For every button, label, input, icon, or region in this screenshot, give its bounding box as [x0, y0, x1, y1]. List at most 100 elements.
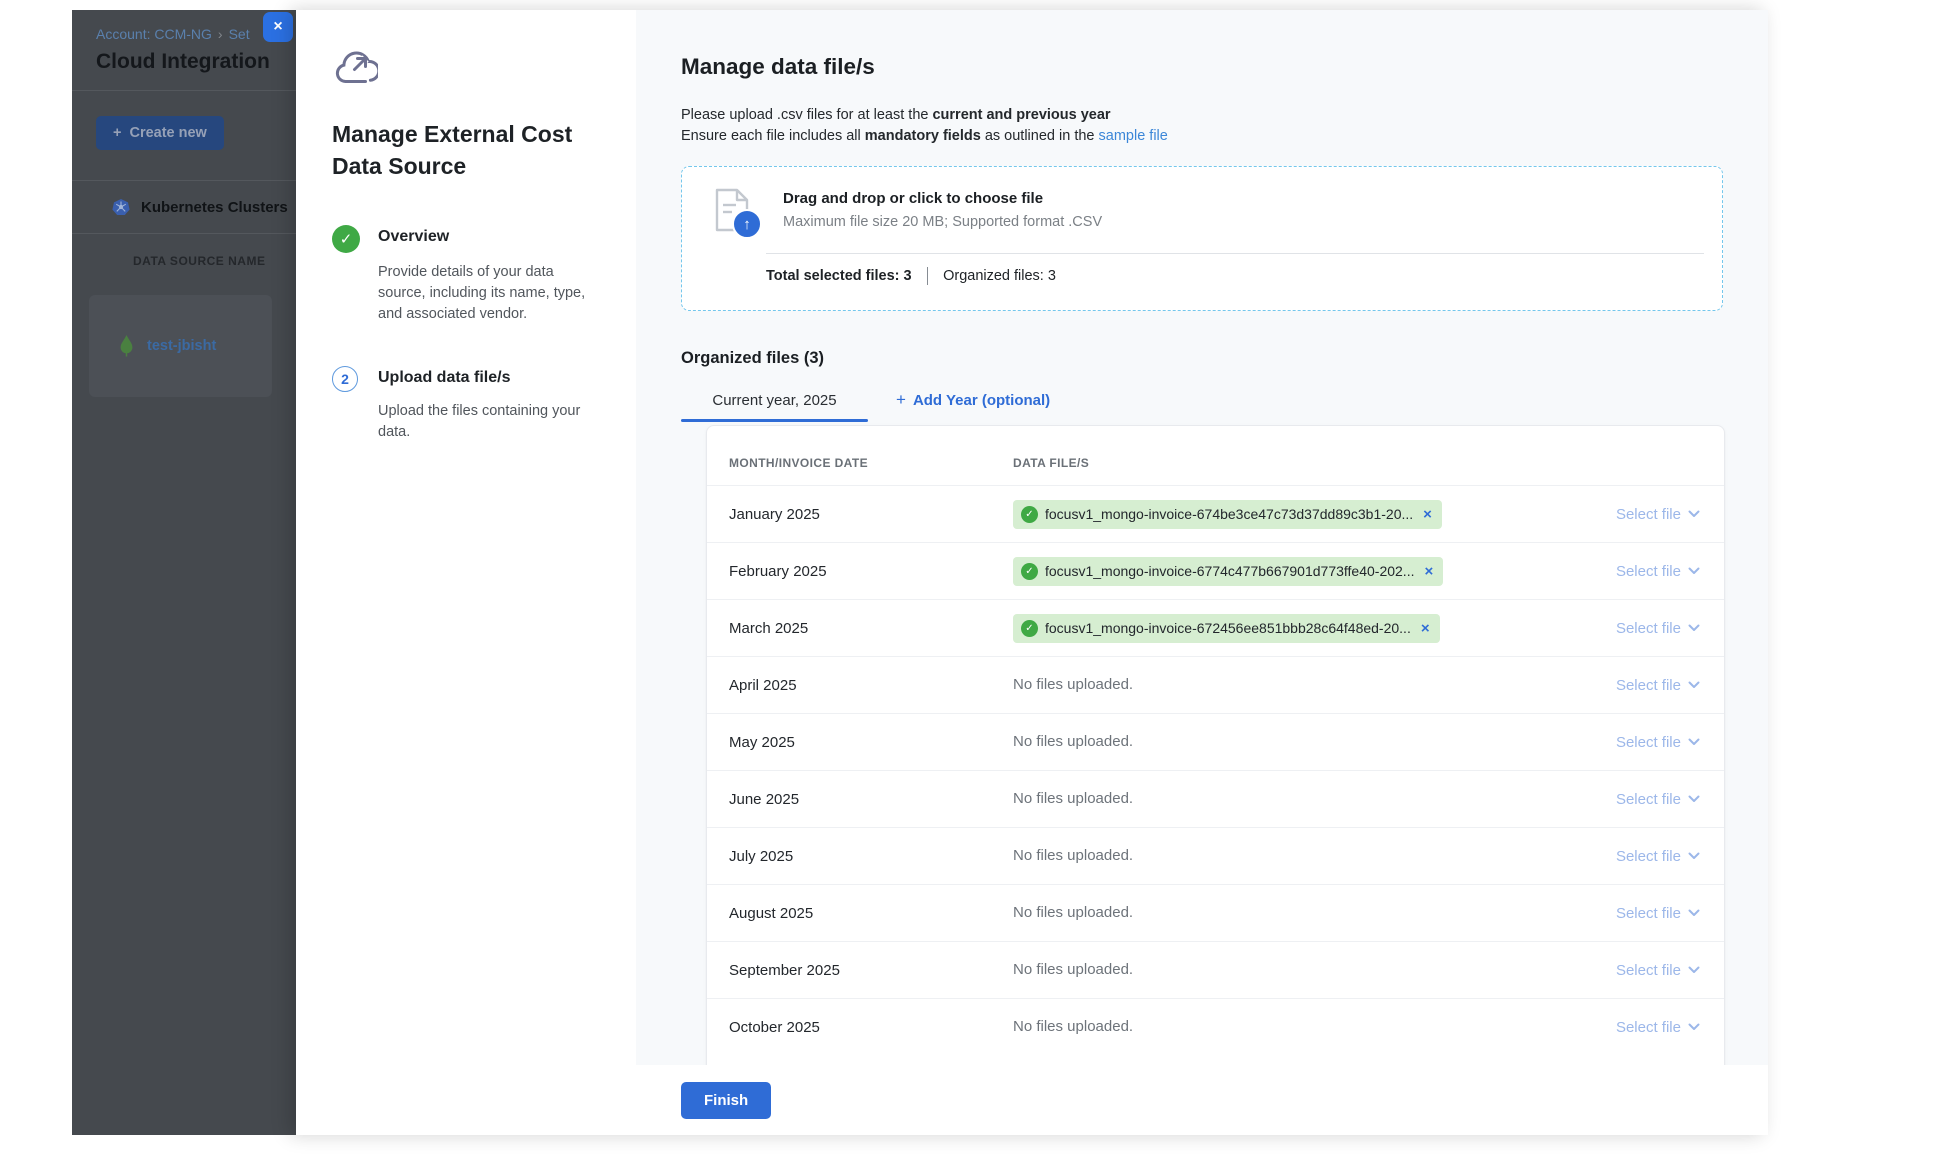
close-icon: ×: [273, 18, 282, 36]
month-label: September 2025: [729, 962, 1013, 979]
month-label: February 2025: [729, 563, 1013, 580]
select-file-dropdown[interactable]: Select file: [1550, 905, 1700, 922]
step-description: Provide details of your data source, inc…: [378, 262, 598, 325]
add-year-button[interactable]: + Add Year (optional): [896, 378, 1050, 422]
data-source-row[interactable]: test-jbisht: [89, 295, 272, 397]
sample-file-link[interactable]: sample file: [1099, 128, 1168, 144]
remove-file-icon[interactable]: ×: [1421, 621, 1430, 636]
no-files-text: No files uploaded.: [1013, 733, 1133, 750]
select-file-dropdown[interactable]: Select file: [1550, 962, 1700, 979]
chevron-down-icon: [1688, 966, 1700, 974]
step-label: Overview: [378, 228, 600, 246]
organized-files-heading: Organized files (3): [681, 349, 1768, 368]
months-table-card: MONTH/INVOICE DATE DATA FILE/S January 2…: [706, 425, 1725, 1065]
file-dropzone[interactable]: ↑ Drag and drop or click to choose file …: [681, 166, 1723, 311]
chevron-down-icon: [1688, 567, 1700, 575]
chevron-down-icon: [1688, 624, 1700, 632]
chevron-down-icon: [1688, 852, 1700, 860]
upload-step-panel: Manage data file/s Please upload .csv fi…: [636, 10, 1768, 1065]
month-label: January 2025: [729, 506, 1013, 523]
select-file-dropdown[interactable]: Select file: [1550, 848, 1700, 865]
table-row-october: October 2025 No files uploaded. Select f…: [707, 998, 1724, 1055]
step-number-badge: 2: [332, 366, 358, 392]
create-new-label: Create new: [129, 125, 206, 141]
tab-label: Kubernetes Clusters: [141, 199, 288, 216]
file-name: focusv1_mongo-invoice-672456ee851bbb28c6…: [1045, 620, 1411, 636]
table-row-february: February 2025 ✓ focusv1_mongo-invoice-67…: [707, 542, 1724, 599]
remove-file-icon[interactable]: ×: [1423, 507, 1432, 522]
no-files-text: No files uploaded.: [1013, 904, 1133, 921]
total-selected-files: Total selected files: 3: [766, 268, 912, 284]
remove-file-icon[interactable]: ×: [1424, 564, 1433, 579]
modal-body: Manage External Cost Data Source ✓ Overv…: [296, 10, 1768, 1065]
step-description: Upload the files containing your data.: [378, 401, 598, 443]
chevron-down-icon: [1688, 795, 1700, 803]
step-overview[interactable]: ✓ Overview Provide details of your data …: [332, 228, 600, 325]
wizard-steps: ✓ Overview Provide details of your data …: [332, 228, 636, 443]
select-file-dropdown[interactable]: Select file: [1550, 506, 1700, 523]
month-label: March 2025: [729, 620, 1013, 637]
table-row-march: March 2025 ✓ focusv1_mongo-invoice-67245…: [707, 599, 1724, 656]
month-label: July 2025: [729, 848, 1013, 865]
manage-data-source-drawer: Manage External Cost Data Source ✓ Overv…: [296, 10, 1768, 1135]
column-data-files: DATA FILE/S: [1013, 456, 1550, 470]
divider: [72, 90, 296, 91]
table-header: MONTH/INVOICE DATE DATA FILE/S: [707, 426, 1724, 485]
table-row-july: July 2025 No files uploaded. Select file: [707, 827, 1724, 884]
breadcrumb-settings[interactable]: Set: [229, 26, 250, 42]
file-chip: ✓ focusv1_mongo-invoice-672456ee851bbb28…: [1013, 614, 1440, 643]
upload-arrow-icon: ↑: [732, 209, 762, 239]
chevron-down-icon: [1688, 738, 1700, 746]
select-file-dropdown[interactable]: Select file: [1550, 677, 1700, 694]
step-label: Upload data file/s: [378, 369, 600, 387]
select-file-dropdown[interactable]: Select file: [1550, 1019, 1700, 1036]
chevron-down-icon: [1688, 1023, 1700, 1031]
kubernetes-icon: [112, 198, 130, 216]
file-chip: ✓ focusv1_mongo-invoice-6774c477b667901d…: [1013, 557, 1443, 586]
table-row-april: April 2025 No files uploaded. Select fil…: [707, 656, 1724, 713]
month-label: June 2025: [729, 791, 1013, 808]
select-file-dropdown[interactable]: Select file: [1550, 620, 1700, 637]
year-tabs: Current year, 2025 + Add Year (optional): [681, 378, 1768, 422]
tab-kubernetes-clusters[interactable]: Kubernetes Clusters: [112, 198, 296, 216]
step-upload-data-files[interactable]: 2 Upload data file/s Upload the files co…: [332, 369, 600, 443]
breadcrumb-account[interactable]: Account: CCM-NG: [96, 26, 212, 42]
background-page: Account: CCM-NG›Set Cloud Integration + …: [72, 10, 296, 1135]
totals-separator: [927, 267, 929, 285]
data-source-link[interactable]: test-jbisht: [147, 338, 216, 354]
no-files-text: No files uploaded.: [1013, 676, 1133, 693]
table-row-august: August 2025 No files uploaded. Select fi…: [707, 884, 1724, 941]
month-label: August 2025: [729, 905, 1013, 922]
month-label: October 2025: [729, 1019, 1013, 1036]
month-label: May 2025: [729, 734, 1013, 751]
column-header-data-source-name: DATA SOURCE NAME: [133, 254, 296, 268]
instruction-line-1: Please upload .csv files for at least th…: [681, 105, 1768, 126]
panel-title: Manage data file/s: [681, 54, 1768, 80]
select-file-dropdown[interactable]: Select file: [1550, 734, 1700, 751]
instruction-line-2: Ensure each file includes all mandatory …: [681, 126, 1768, 147]
page: Account: CCM-NG›Set Cloud Integration + …: [0, 0, 1934, 1156]
dropzone-subtitle: Maximum file size 20 MB; Supported forma…: [783, 214, 1102, 230]
plus-icon: +: [113, 125, 121, 141]
file-name: focusv1_mongo-invoice-6774c477b667901d77…: [1045, 563, 1414, 579]
wizard-title: Manage External Cost Data Source: [332, 118, 574, 182]
create-new-button[interactable]: + Create new: [96, 116, 224, 150]
no-files-text: No files uploaded.: [1013, 1018, 1133, 1035]
check-icon: ✓: [1021, 620, 1038, 637]
close-button[interactable]: ×: [263, 12, 293, 42]
select-file-dropdown[interactable]: Select file: [1550, 791, 1700, 808]
step-complete-check-icon: ✓: [332, 225, 360, 253]
plus-icon: +: [896, 390, 906, 410]
check-icon: ✓: [1021, 563, 1038, 580]
chevron-down-icon: [1688, 909, 1700, 917]
finish-button[interactable]: Finish: [681, 1082, 771, 1119]
divider: [72, 233, 296, 234]
column-month-invoice-date: MONTH/INVOICE DATE: [729, 456, 1013, 470]
table-row-may: May 2025 No files uploaded. Select file: [707, 713, 1724, 770]
chevron-down-icon: [1688, 510, 1700, 518]
month-label: April 2025: [729, 677, 1013, 694]
tab-current-year-2025[interactable]: Current year, 2025: [681, 378, 868, 422]
select-file-dropdown[interactable]: Select file: [1550, 563, 1700, 580]
breadcrumb-separator: ›: [218, 26, 223, 42]
table-row-january: January 2025 ✓ focusv1_mongo-invoice-674…: [707, 485, 1724, 542]
